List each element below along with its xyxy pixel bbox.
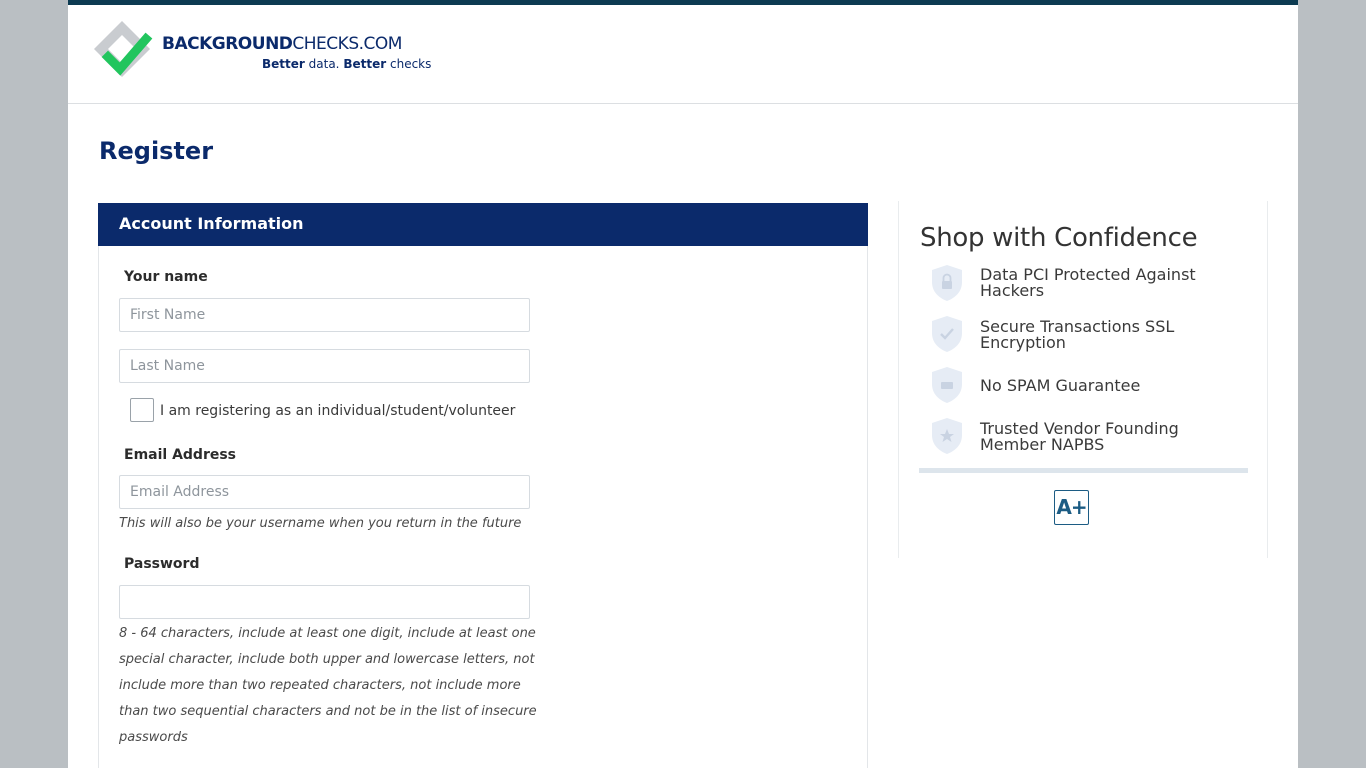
logo-check-icon xyxy=(94,21,153,77)
lock-shield-icon xyxy=(932,265,962,301)
trust-item-label: Trusted Vendor Founding Member NAPBS xyxy=(980,419,1179,454)
side-divider xyxy=(919,468,1248,473)
trust-item-ssl: Secure Transactions SSL Encryption xyxy=(930,315,1250,355)
logo-brand-bold: BACKGROUND xyxy=(162,34,293,54)
trust-item-label: Data PCI Protected Against Hackers xyxy=(980,265,1196,300)
tagline-light-2: checks xyxy=(389,57,432,71)
side-panel-title: Shop with Confidence xyxy=(920,223,1198,253)
page-title: Register xyxy=(99,137,214,165)
star-shield-icon xyxy=(932,418,962,454)
logo-brand-light: CHECKS.COM xyxy=(292,34,402,54)
page-container: BACKGROUNDCHECKS.COM Better data. Better… xyxy=(68,0,1298,768)
trust-item-spam: No SPAM Guarantee xyxy=(930,366,1250,406)
logo-wordmark: BACKGROUNDCHECKS.COM xyxy=(162,34,402,54)
individual-checkbox-label[interactable]: I am registering as an individual/studen… xyxy=(160,403,515,419)
panel-header: Account Information xyxy=(98,203,868,246)
trust-item-pci: Data PCI Protected Against Hackers xyxy=(930,264,1250,304)
email-label: Email Address xyxy=(124,447,237,463)
site-logo[interactable]: BACKGROUNDCHECKS.COM Better data. Better… xyxy=(94,21,434,81)
tagline-bold-1: Better xyxy=(262,57,305,71)
last-name-input[interactable] xyxy=(119,349,530,383)
trust-item-label: Secure Transactions SSL Encryption xyxy=(980,317,1175,352)
email-hint: This will also be your username when you… xyxy=(119,516,522,531)
mail-shield-icon xyxy=(932,367,962,403)
first-name-input[interactable] xyxy=(119,298,530,332)
bbb-rating-badge[interactable]: A+ xyxy=(1054,490,1089,525)
trust-item-label: No SPAM Guarantee xyxy=(980,376,1141,395)
shop-with-confidence-panel: Shop with Confidence Data PCI Protected … xyxy=(898,201,1268,558)
trust-item-napbs: Trusted Vendor Founding Member NAPBS xyxy=(930,417,1250,457)
tagline-bold-2: Better xyxy=(343,57,387,71)
password-hint: 8 - 64 characters, include at least one … xyxy=(119,626,537,745)
site-header: BACKGROUNDCHECKS.COM Better data. Better… xyxy=(68,5,1298,104)
password-label: Password xyxy=(124,556,200,572)
email-input[interactable] xyxy=(119,475,530,509)
individual-checkbox[interactable] xyxy=(130,398,154,422)
panel-header-title: Account Information xyxy=(119,214,304,233)
tagline-light-1: data. xyxy=(308,57,340,71)
password-input[interactable] xyxy=(119,585,530,619)
check-shield-icon xyxy=(932,316,962,352)
your-name-label: Your name xyxy=(124,269,208,285)
logo-tagline: Better data. Better checks xyxy=(262,57,431,71)
account-information-panel: Account Information Your name I am regis… xyxy=(98,203,868,768)
